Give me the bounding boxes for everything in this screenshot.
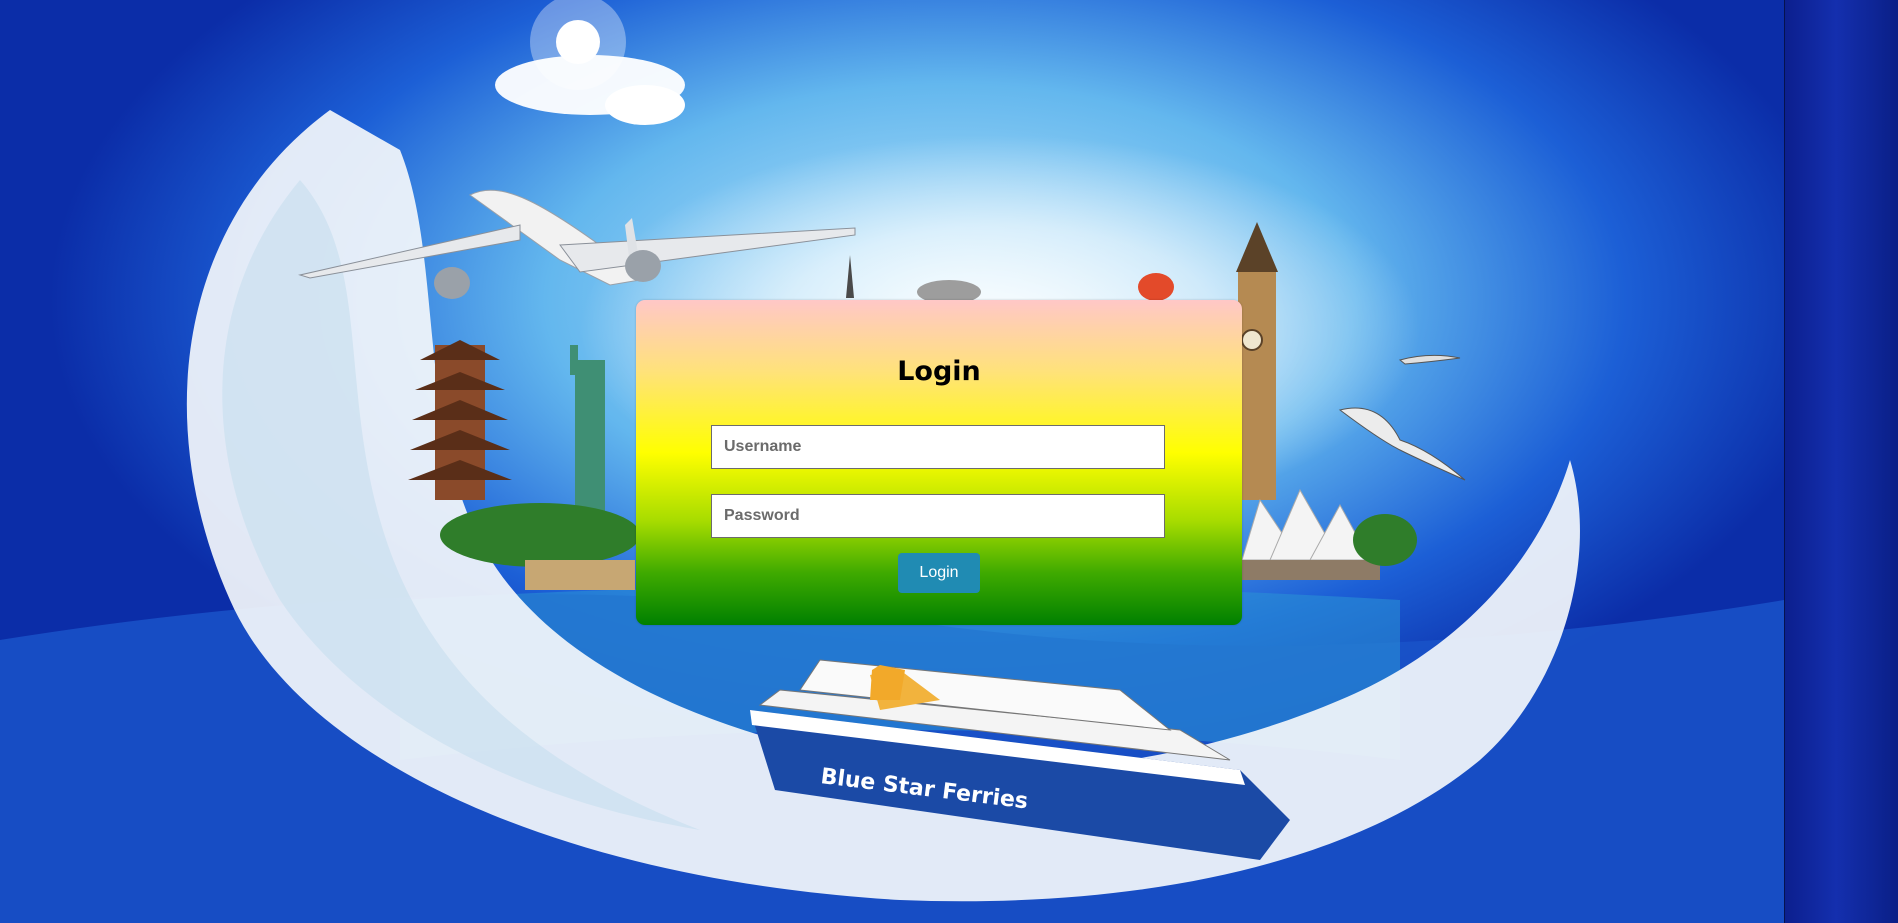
big-ben-graphic [1236, 222, 1278, 500]
password-input[interactable] [711, 494, 1165, 538]
login-form: Login Login [636, 300, 1242, 625]
login-page: Blue Star Ferries Login Login [0, 0, 1898, 923]
login-button[interactable]: Login [898, 553, 980, 593]
username-input[interactable] [711, 425, 1165, 469]
statue-of-liberty-graphic [570, 345, 605, 530]
login-title: Login [897, 356, 981, 387]
right-side-strip [1784, 0, 1898, 923]
opera-house-graphic [1240, 488, 1417, 580]
